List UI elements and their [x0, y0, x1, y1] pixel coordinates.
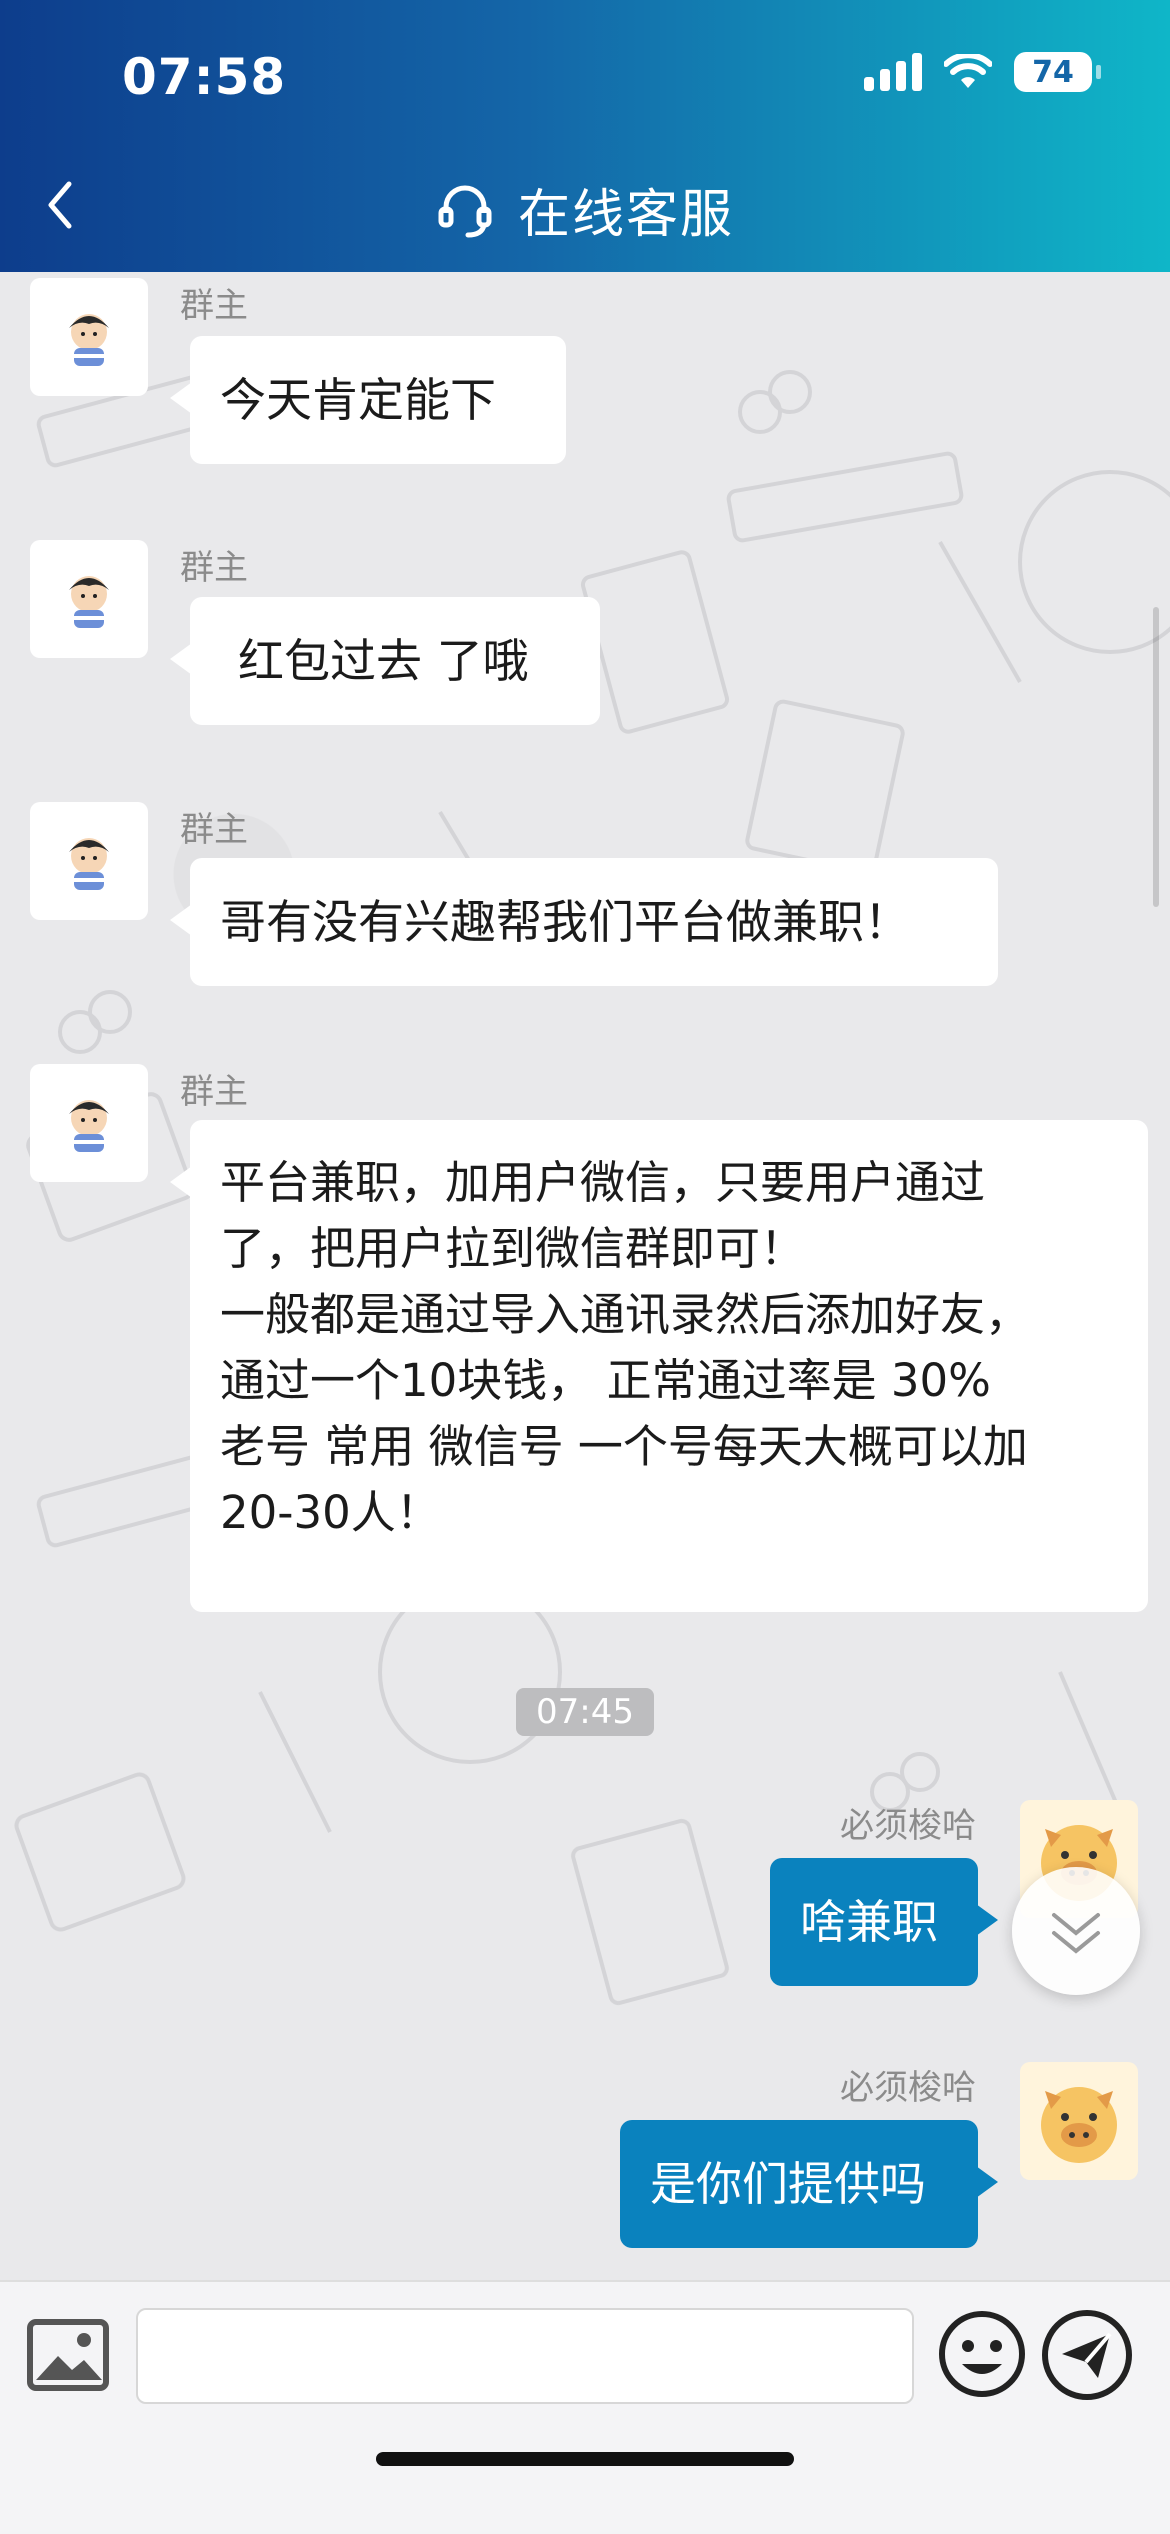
sender-name: 群主: [180, 810, 248, 850]
outgoing-message-bubble[interactable]: 啥兼职: [770, 1858, 998, 1986]
message-input-bar: [0, 2280, 1170, 2534]
sender-name: 必须梭哈: [840, 2068, 976, 2108]
avatar[interactable]: [30, 802, 148, 920]
message-text: 哥有没有兴趣帮我们平台做兼职！: [220, 895, 910, 949]
timestamp-divider: 07:45: [516, 1688, 654, 1736]
message-line: 20-30人！: [220, 1486, 441, 1539]
avatar[interactable]: [1020, 2062, 1138, 2180]
battery-level: 74: [1032, 54, 1074, 90]
headset-icon: [438, 185, 492, 237]
message-text: 啥兼职: [800, 1895, 938, 1949]
message-line: 了，把用户拉到微信群即可！: [220, 1222, 806, 1275]
status-icons: 74: [864, 52, 1101, 92]
double-chevron-down-icon: [1052, 1913, 1100, 1954]
message-text: 今天肯定能下: [220, 373, 496, 427]
outgoing-message-bubble[interactable]: 是你们提供吗: [620, 2120, 998, 2248]
chat-area[interactable]: 群主 今天肯定能下 群主 红包过去 了哦 群主 哥有没有兴趣帮我们平台做兼职！ …: [0, 272, 1170, 2280]
message-line: 通过一个10块钱， 正常通过率是 30%: [220, 1354, 991, 1407]
sender-name: 群主: [180, 548, 248, 588]
message-line: 老号 常用 微信号 一个号每天大概可以加: [220, 1420, 1028, 1473]
page-title: 在线客服: [517, 185, 734, 245]
smiley-icon: [939, 2311, 1025, 2397]
boy-avatar-icon: [69, 838, 109, 890]
message-line: 平台兼职，加用户微信，只要用户通过: [220, 1156, 986, 1209]
scrollbar[interactable]: [1153, 607, 1159, 907]
message-line: 一般都是通过导入通讯录然后添加好友，: [220, 1288, 1031, 1341]
status-time: 07:58: [122, 48, 287, 106]
wifi-icon: [944, 54, 992, 88]
pig-avatar-icon: [1041, 2087, 1117, 2163]
sender-name: 群主: [180, 286, 248, 326]
battery-icon: 74: [1014, 52, 1101, 92]
avatar[interactable]: [30, 1064, 148, 1182]
sender-name: 必须梭哈: [840, 1806, 976, 1846]
emoji-button[interactable]: [936, 2308, 1028, 2400]
boy-avatar-icon: [69, 1100, 109, 1152]
sender-name: 群主: [180, 1072, 248, 1112]
cellular-signal-icon: [864, 53, 922, 91]
message-text: 红包过去 了哦: [238, 634, 529, 688]
incoming-message-bubble[interactable]: 平台兼职，加用户微信，只要用户通过 了，把用户拉到微信群即可！ 一般都是通过导入…: [170, 1120, 1148, 1612]
home-indicator: [376, 2452, 794, 2466]
boy-avatar-icon: [69, 576, 109, 628]
incoming-message-bubble[interactable]: 哥有没有兴趣帮我们平台做兼职！: [170, 858, 998, 986]
header-bar: 07:58 74 在线客服: [0, 0, 1170, 272]
boy-avatar-icon: [69, 314, 109, 366]
image-picker-button[interactable]: [26, 2318, 110, 2392]
incoming-message-bubble[interactable]: 今天肯定能下: [170, 336, 566, 464]
header-title-group: 在线客服: [0, 172, 1170, 247]
scroll-to-bottom-button[interactable]: [1012, 1867, 1140, 1995]
message-text-input[interactable]: [136, 2308, 914, 2404]
avatar[interactable]: [30, 540, 148, 658]
image-icon: [27, 2319, 109, 2391]
message-text: 是你们提供吗: [650, 2157, 926, 2211]
incoming-message-bubble[interactable]: 红包过去 了哦: [170, 597, 600, 725]
paper-plane-icon: [1042, 2310, 1132, 2400]
avatar[interactable]: [30, 278, 148, 396]
send-button[interactable]: [1040, 2308, 1134, 2402]
